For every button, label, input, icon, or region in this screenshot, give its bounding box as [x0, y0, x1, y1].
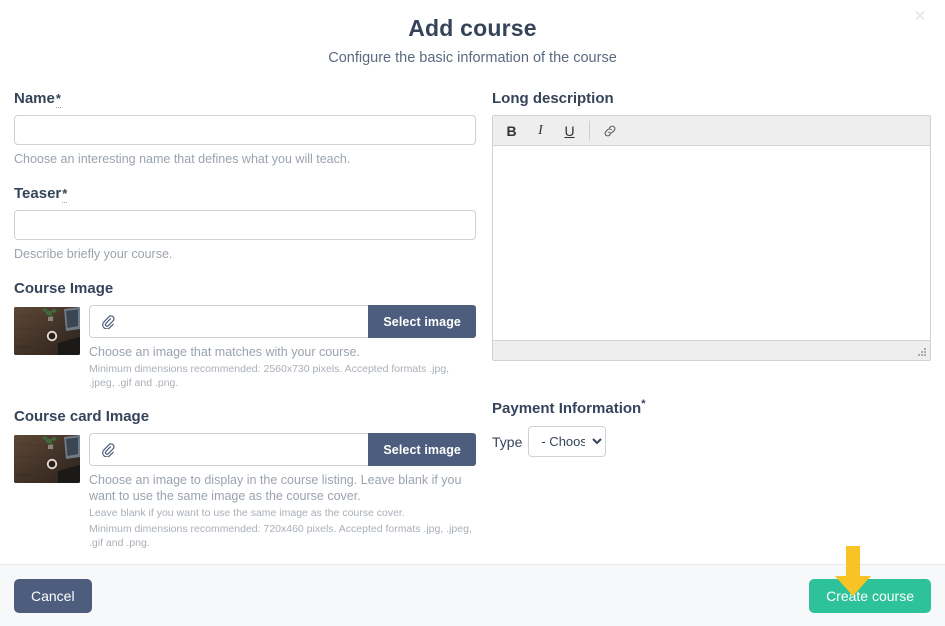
field-name: Name* Choose an interesting name that de…	[14, 89, 476, 167]
field-payment-information: Payment Information* Type - Choose -	[492, 395, 931, 457]
close-icon[interactable]: ×	[909, 6, 931, 28]
link-icon[interactable]	[595, 118, 624, 143]
course-card-image-help-small-2: Minimum dimensions recommended: 720x460 …	[89, 523, 472, 549]
teaser-required-marker: *	[62, 186, 68, 203]
select-course-card-image-button[interactable]: Select image	[368, 433, 476, 466]
select-course-image-button[interactable]: Select image	[368, 305, 476, 338]
long-description-editor[interactable]	[493, 146, 930, 340]
course-card-image-help-text: Choose an image to display in the course…	[89, 473, 462, 503]
payment-information-label: Payment Information*	[492, 395, 931, 418]
long-description-label: Long description	[492, 90, 614, 107]
teaser-input[interactable]	[14, 210, 476, 240]
modal-header: Add course Configure the basic informati…	[0, 0, 945, 77]
name-label-text: Name	[14, 90, 55, 107]
course-card-image-row: Select image Choose an image to display …	[14, 433, 476, 550]
name-label: Name*	[14, 89, 476, 108]
field-teaser: Teaser* Describe briefly your course.	[14, 184, 476, 262]
editor-toolbar: B I U	[493, 116, 930, 146]
payment-type-label: Type	[492, 433, 523, 450]
teaser-label-text: Teaser	[14, 185, 62, 202]
course-image-input[interactable]	[89, 305, 369, 338]
teaser-help-text: Describe briefly your course.	[14, 247, 173, 261]
payment-required-marker: *	[641, 398, 646, 410]
course-card-image-picker: Select image Choose an image to display …	[89, 433, 476, 550]
page-title: Add course	[408, 15, 537, 41]
course-card-image-input-group: Select image	[89, 433, 476, 466]
course-image-label: Course Image	[14, 280, 114, 297]
course-image-help-text: Choose an image that matches with your c…	[89, 345, 360, 359]
course-card-image-input[interactable]	[89, 433, 369, 466]
course-card-image-help-small-1: Leave blank if you want to use the same …	[89, 507, 405, 519]
course-card-image-thumbnail	[14, 435, 80, 483]
right-column: Long description B I U Payment Informati…	[484, 89, 931, 564]
course-card-image-label: Course card Image	[14, 408, 150, 425]
payment-type-row: Type - Choose -	[492, 426, 931, 457]
payment-information-label-text: Payment Information	[492, 400, 642, 417]
field-course-image: Course Image Select image Choose an imag…	[14, 279, 476, 390]
name-required-marker: *	[55, 91, 61, 108]
cancel-button[interactable]: Cancel	[14, 578, 92, 613]
course-image-help-small: Minimum dimensions recommended: 2560x730…	[89, 363, 450, 389]
course-image-row: Select image Choose an image that matche…	[14, 305, 476, 390]
underline-button[interactable]: U	[555, 118, 584, 143]
toolbar-divider	[589, 120, 590, 141]
editor-statusbar	[493, 340, 930, 360]
course-image-picker: Select image Choose an image that matche…	[89, 305, 476, 390]
create-course-button[interactable]: Create course	[809, 578, 931, 613]
add-course-modal: Add course Configure the basic informati…	[0, 0, 945, 626]
payment-type-select[interactable]: - Choose -	[528, 426, 607, 457]
resize-handle-icon[interactable]	[916, 347, 927, 358]
name-input[interactable]	[14, 115, 476, 145]
field-course-card-image: Course card Image Select image Choose an…	[14, 407, 476, 550]
left-column: Name* Choose an interesting name that de…	[14, 89, 484, 564]
name-help-text: Choose an interesting name that defines …	[14, 152, 351, 166]
field-long-description: Long description B I U	[492, 89, 931, 361]
paperclip-icon	[100, 442, 115, 457]
rich-text-editor: B I U	[492, 115, 931, 361]
course-image-input-group: Select image	[89, 305, 476, 338]
paperclip-icon	[100, 314, 115, 329]
bold-button[interactable]: B	[497, 118, 526, 143]
teaser-label: Teaser*	[14, 184, 476, 203]
course-image-thumbnail	[14, 307, 80, 355]
modal-body: Name* Choose an interesting name that de…	[0, 77, 945, 564]
italic-button[interactable]: I	[526, 118, 555, 143]
modal-subtitle: Configure the basic information of the c…	[328, 50, 617, 66]
modal-footer: Cancel Create course	[0, 564, 945, 626]
